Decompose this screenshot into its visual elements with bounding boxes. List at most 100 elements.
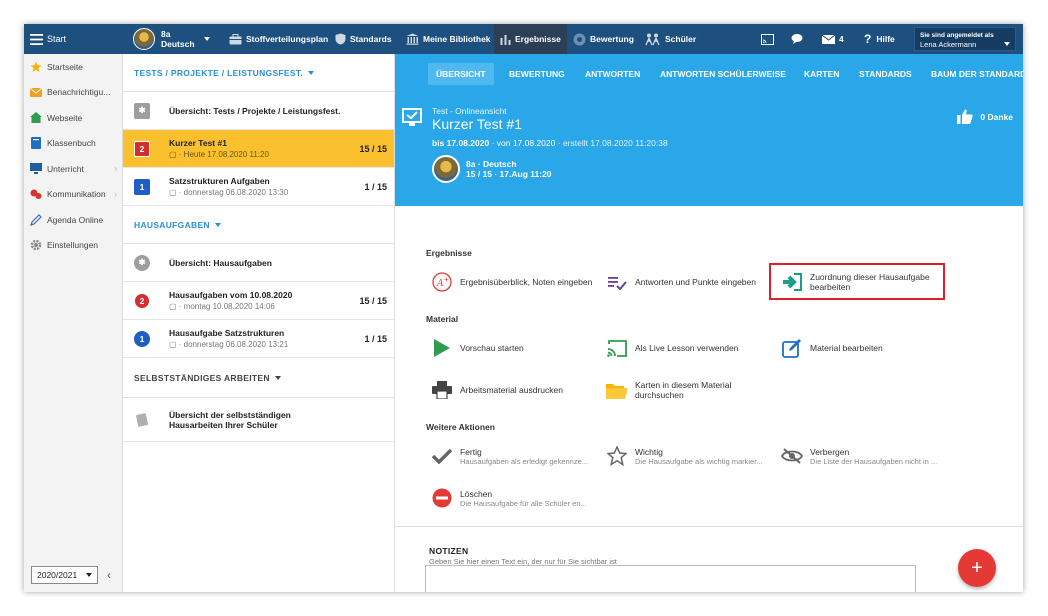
cast-icon xyxy=(761,33,774,45)
section-selbststaendig-header[interactable]: SELBSTSTÄNDIGES ARBEITEN xyxy=(123,358,394,398)
tab-baum-der-standards[interactable]: BAUM DER STANDARDS xyxy=(923,63,1023,85)
nav-standards[interactable]: Standards xyxy=(335,24,392,54)
section-hausaufgaben-header[interactable]: HAUSAUFGABEN xyxy=(123,206,394,244)
assignment-title: Kurzer Test #1 xyxy=(432,116,523,132)
grade-icon: A + xyxy=(431,271,453,293)
assignment-header: Test - Onlineansicht Kurzer Test #1 bis … xyxy=(395,91,1023,206)
list-item-title: Hausaufgaben vom 10.08.2020 xyxy=(169,290,293,300)
sidebar-item-agenda-online[interactable]: Agenda Online xyxy=(24,207,122,233)
sidebar-item-benachrichtigungen[interactable]: Benachrichtigu... xyxy=(24,80,122,106)
tab-antworten[interactable]: ANTWORTEN xyxy=(577,63,648,85)
thanks-count: 0 Danke xyxy=(980,111,1013,122)
students-icon xyxy=(645,33,660,45)
delete-action[interactable]: Löschen Die Hausaufgabe für alle Schüler … xyxy=(431,487,606,509)
answers-points-action[interactable]: Antworten und Punkte eingeben xyxy=(606,271,781,293)
tab-uebersicht[interactable]: ÜBERSICHT xyxy=(428,63,494,85)
nav-stoffverteilungsplan[interactable]: Stoffverteilungsplan xyxy=(229,24,328,54)
live-lesson-action[interactable]: Als Live Lesson verwenden xyxy=(606,337,781,359)
collapse-sidebar-icon[interactable]: ‹ xyxy=(107,568,111,582)
nav-label: Bewertung xyxy=(590,34,634,44)
action-label: Ergebnisüberblick, Noten eingeben xyxy=(460,277,593,287)
pen-icon xyxy=(30,213,42,226)
action-label: Wichtig xyxy=(635,446,663,457)
important-action[interactable]: Wichtig Die Hausaufgabe als wichtig marki… xyxy=(606,445,781,467)
created-date: · erstellt 17.08.2020 11:20:38 xyxy=(557,138,668,148)
nav-meine-bibliothek[interactable]: Meine Bibliothek xyxy=(406,24,491,54)
thanks-button[interactable]: 0 Danke xyxy=(957,109,1013,124)
results-overview-action[interactable]: A + Ergebnisüberblick, Noten eingeben xyxy=(431,271,606,293)
list-item-title-line1: Übersicht der selbstständigen xyxy=(169,409,291,420)
assignment-class[interactable]: 8a · Deutsch 15 / 15 · 17.Aug 11:20 xyxy=(432,155,552,183)
action-label: Vorschau starten xyxy=(460,343,524,353)
mail-button[interactable]: 4 xyxy=(822,24,844,54)
calendar-icon: ▢ · xyxy=(169,302,184,311)
nav-label: Ergebnisse xyxy=(515,34,561,44)
list-item-score: 1 / 15 xyxy=(364,181,387,192)
class-line1: 8a xyxy=(161,29,171,39)
sidebar-item-kommunikation[interactable]: Kommunikation › xyxy=(24,182,122,208)
nav-bewertung[interactable]: Bewertung xyxy=(573,24,634,54)
action-description: Die Hausaufgabe für alle Schüler en... xyxy=(460,498,587,508)
start-button[interactable]: Start xyxy=(30,24,66,54)
hide-action[interactable]: Verbergen Die Liste der Hausaufgaben nich… xyxy=(781,445,956,467)
notes-textarea[interactable] xyxy=(425,565,916,592)
search-cards-action[interactable]: Karten in diesem Material durchsuchen xyxy=(606,379,781,401)
delete-icon xyxy=(431,487,453,509)
list-item-satzstrukturen[interactable]: 1 Satzstrukturen Aufgaben ▢ · donnerstag… xyxy=(123,168,394,206)
tab-label: ANTWORTEN SCHÜLERWEISE xyxy=(660,69,786,79)
divider xyxy=(395,526,1023,527)
edit-material-action[interactable]: Material bearbeiten xyxy=(781,337,956,359)
action-label: Antworten und Punkte eingeben xyxy=(635,277,756,287)
nav-ergebnisse[interactable]: Ergebnisse xyxy=(494,24,567,54)
list-item-tests-overview[interactable]: ✱ Übersicht: Tests / Projekte / Leistung… xyxy=(123,92,394,130)
list-item-selbststaendig-overview[interactable]: Übersicht der selbstständigen Hausarbeit… xyxy=(123,398,394,442)
cast-button[interactable] xyxy=(761,24,778,54)
list-item-date: donnerstag 06.08.2020 13:30 xyxy=(183,188,289,197)
tab-label: STANDARDS xyxy=(859,69,912,79)
calendar-icon: ▢ · xyxy=(169,340,184,349)
list-item-hausaufgaben-overview[interactable]: ✱ Übersicht: Hausaufgaben xyxy=(123,244,394,282)
class-avatar xyxy=(133,28,155,50)
add-button[interactable]: + xyxy=(958,549,996,587)
tab-standards[interactable]: STANDARDS xyxy=(851,63,920,85)
cast-icon xyxy=(606,337,628,359)
count-badge: 1 xyxy=(134,330,150,347)
sidebar-item-startseite[interactable]: Startseite xyxy=(24,54,122,80)
tab-karten[interactable]: KARTEN xyxy=(796,63,847,85)
class-selector[interactable]: 8a Deutsch xyxy=(133,24,210,54)
action-label: Verbergen xyxy=(810,446,850,457)
top-navbar: Start 8a Deutsch Stoffverteilungsplan St… xyxy=(24,24,1023,54)
print-action[interactable]: Arbeitsmaterial ausdrucken xyxy=(431,379,606,401)
preview-action[interactable]: Vorschau starten xyxy=(431,337,606,359)
sidebar-item-unterricht[interactable]: Unterricht › xyxy=(24,156,122,182)
sidebar-item-klassenbuch[interactable]: Klassenbuch xyxy=(24,131,122,157)
checkmark-icon xyxy=(431,445,453,467)
tab-label: ANTWORTEN xyxy=(585,69,641,79)
play-icon xyxy=(431,337,453,359)
more-actions-group-title: Weitere Aktionen xyxy=(426,422,495,432)
chat-button[interactable] xyxy=(791,24,809,54)
tab-bewertung[interactable]: BEWERTUNG xyxy=(501,63,573,85)
done-action[interactable]: Fertig Hausaufgaben als erledigt gekennze… xyxy=(431,445,606,467)
sidebar-item-webseite[interactable]: Webseite xyxy=(24,105,122,131)
list-item-score: 15 / 15 xyxy=(359,143,387,154)
list-item-hausaufgaben-1008[interactable]: 2 Hausaufgaben vom 10.08.2020 ▢ · montag… xyxy=(123,282,394,320)
sidebar-item-einstellungen[interactable]: Einstellungen xyxy=(24,233,122,259)
help-button[interactable]: ? Hilfe xyxy=(864,24,895,54)
tab-antworten-schuelerweise[interactable]: ANTWORTEN SCHÜLERWEISE xyxy=(652,63,794,85)
action-label: Material bearbeiten xyxy=(810,343,883,353)
bar-chart-icon xyxy=(500,34,511,45)
nav-schueler[interactable]: Schüler xyxy=(645,24,696,54)
list-item-title: Übersicht: Tests / Projekte / Leistungsf… xyxy=(169,105,341,116)
list-item-score: 15 / 15 xyxy=(359,295,387,306)
section-tests-header[interactable]: TESTS / PROJEKTE / LEISTUNGSFEST. xyxy=(123,54,394,92)
chat-icon xyxy=(30,188,42,200)
due-date: bis 17.08.2020 xyxy=(432,138,490,148)
year-select[interactable]: 2020/2021 xyxy=(31,566,98,584)
user-menu[interactable]: Sie sind angemeldet als Lena Ackermann xyxy=(914,27,1016,51)
briefcase-icon xyxy=(229,33,242,44)
start-label: Start xyxy=(47,34,67,44)
list-item-kurzer-test[interactable]: 2 Kurzer Test #1 ▢ · Heute 17.08.2020 11… xyxy=(123,130,394,168)
list-item-hausaufgabe-satzstrukturen[interactable]: 1 Hausaufgabe Satzstrukturen ▢ · donners… xyxy=(123,320,394,358)
count-badge: 1 xyxy=(134,178,150,195)
